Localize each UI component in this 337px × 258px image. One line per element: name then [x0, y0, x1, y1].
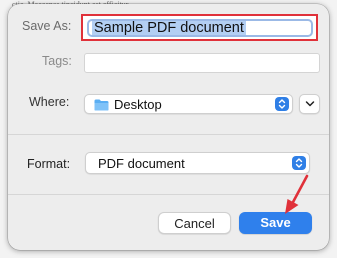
folder-icon: [94, 98, 109, 111]
where-value: Desktop: [114, 97, 162, 112]
save-as-value[interactable]: Sample PDF document: [92, 21, 246, 35]
save-as-field[interactable]: Sample PDF document: [87, 19, 313, 37]
format-popup[interactable]: PDF document: [85, 152, 310, 174]
where-popup[interactable]: Desktop: [84, 94, 293, 114]
screen: ctie. Maecenas tincidunt est efficitur S…: [0, 0, 337, 258]
where-stepper-icon: [275, 97, 289, 111]
format-value: PDF document: [98, 156, 185, 171]
cancel-button[interactable]: Cancel: [158, 212, 231, 234]
tags-field[interactable]: [84, 53, 320, 73]
save-dialog: Save As: Sample PDF document Tags: Where…: [8, 4, 329, 250]
format-label: Format:: [27, 157, 71, 171]
expand-button[interactable]: [299, 94, 320, 114]
save-as-label: Save As:: [22, 19, 72, 33]
format-stepper-icon: [292, 156, 306, 170]
divider: [8, 134, 329, 135]
tags-label: Tags:: [42, 54, 72, 68]
where-label: Where:: [29, 95, 70, 109]
save-as-highlight-box: Sample PDF document: [81, 14, 318, 41]
annotation-arrow-icon: [285, 174, 309, 214]
chevron-down-icon: [305, 101, 315, 107]
